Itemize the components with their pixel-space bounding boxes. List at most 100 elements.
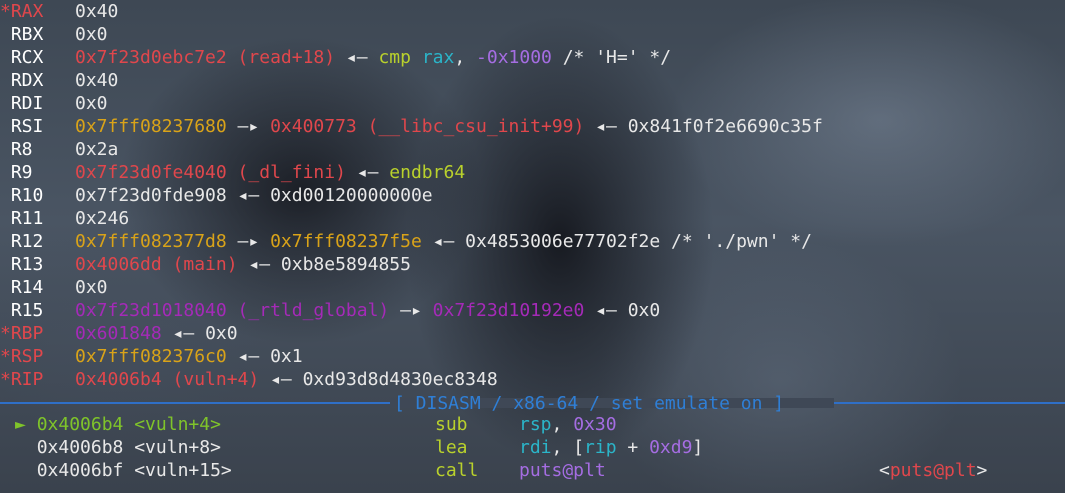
register-row-rbp: *RBP 0x601848 ◂— 0x0 bbox=[0, 322, 238, 345]
register-value-part: 0xd93d8d4830ec8348 bbox=[302, 369, 498, 390]
modified-marker bbox=[0, 254, 11, 275]
register-row-rsp: *RSP 0x7fff082376c0 ◂— 0x1 bbox=[0, 345, 303, 368]
register-value-part: 0x7fff08237680 bbox=[75, 116, 227, 137]
register-row-r15: R15 0x7f23d1018040 (_rtld_global) —▸ 0x7f… bbox=[0, 299, 660, 322]
operand-part: 0x30 bbox=[573, 414, 617, 435]
modified-marker bbox=[0, 47, 11, 68]
register-value-part: ◂— bbox=[259, 369, 303, 390]
instruction-address: 0x4006b4 <vuln+4> bbox=[36, 414, 221, 435]
register-label: *RIP bbox=[0, 368, 75, 391]
register-label: R8 bbox=[0, 138, 75, 161]
modified-marker: * bbox=[0, 1, 11, 22]
register-name: R12 bbox=[10, 231, 44, 252]
disasm-address: ► 0x4006b4 <vuln+4> bbox=[15, 413, 221, 436]
register-value-part: 0x0 bbox=[75, 277, 108, 298]
register-value-part: 0x1 bbox=[270, 346, 303, 367]
register-value-part: 0x7f23d10192e0 bbox=[432, 300, 585, 321]
register-value-part: 0x0 bbox=[627, 300, 661, 321]
call-target: <puts@plt> bbox=[879, 459, 987, 482]
modified-marker bbox=[0, 162, 11, 183]
register-value-part: , bbox=[454, 47, 477, 68]
register-name: RSI bbox=[10, 116, 44, 137]
register-name: RDX bbox=[10, 70, 44, 91]
register-value-part: rax bbox=[421, 47, 455, 68]
register-name: RBX bbox=[10, 24, 44, 45]
register-value-part: 0x4853006e77702f2e /* './pwn' */ bbox=[465, 231, 812, 252]
register-value-part: 0x0 bbox=[75, 24, 108, 45]
modified-marker bbox=[0, 116, 11, 137]
disasm-line-current: ► 0x4006b4 <vuln+4> sub rsp, 0x30 bbox=[0, 413, 1065, 436]
register-label: R11 bbox=[0, 207, 75, 230]
register-value-part: 0x4006b4 (vuln+4) bbox=[75, 369, 260, 390]
register-value-part: ◂— bbox=[226, 185, 271, 206]
register-label: R12 bbox=[0, 230, 75, 253]
register-name: R8 bbox=[10, 139, 33, 160]
register-value-part: 0x7f23d0ebc7e2 (read+18) bbox=[75, 47, 336, 68]
operand-part: + bbox=[616, 437, 650, 458]
register-row-r9: R9 0x7f23d0fe4040 (_dl_fini) ◂— endbr64 bbox=[0, 161, 465, 184]
register-label: *RSP bbox=[0, 345, 75, 368]
register-value-part: 0x0 bbox=[205, 323, 238, 344]
register-name: RDI bbox=[10, 93, 44, 114]
modified-marker bbox=[0, 300, 11, 321]
modified-marker bbox=[0, 93, 11, 114]
disasm-line: 0x4006bf <vuln+15> call puts@plt <puts@plt> bbox=[0, 459, 1065, 482]
modified-marker bbox=[0, 208, 11, 229]
disasm-address: 0x4006b8 <vuln+8> bbox=[15, 436, 221, 459]
current-instruction-marker: ► bbox=[15, 414, 26, 435]
register-name: RCX bbox=[10, 47, 44, 68]
register-value-part: ◂— bbox=[584, 300, 628, 321]
register-value-part: /* 'H=' */ bbox=[551, 47, 672, 68]
disasm-address: 0x4006bf <vuln+15> bbox=[15, 459, 232, 482]
instruction-address: 0x4006b8 <vuln+8> bbox=[36, 437, 221, 458]
register-label: RCX bbox=[0, 46, 75, 69]
register-value-part: 0x7f23d0fe4040 (_dl_fini) bbox=[75, 162, 346, 183]
register-label: *RBP bbox=[0, 322, 75, 345]
operand-part: , bbox=[551, 414, 574, 435]
register-row-rdx: RDX 0x40 bbox=[0, 69, 119, 92]
register-value-part: 0x7f23d1018040 (_rtld_global) bbox=[75, 300, 390, 321]
modified-marker bbox=[0, 185, 11, 206]
register-row-r8: R8 0x2a bbox=[0, 138, 119, 161]
register-value-part: endbr64 bbox=[389, 162, 466, 183]
bracket: < bbox=[879, 460, 890, 481]
register-name: RSP bbox=[10, 346, 44, 367]
operand-part: , [ bbox=[551, 437, 585, 458]
disasm-separator-label: [ DISASM / x86-64 / set emulate on ] bbox=[394, 393, 785, 414]
register-label: R15 bbox=[0, 299, 75, 322]
operand-part: ] bbox=[692, 437, 704, 458]
register-name: RIP bbox=[10, 369, 44, 390]
register-value-part: ◂— bbox=[345, 162, 390, 183]
register-value-part: 0x601848 bbox=[75, 323, 162, 344]
register-value-part: cmp bbox=[378, 47, 411, 68]
instruction-mnemonic: call bbox=[435, 460, 479, 481]
register-value-part: 0x7fff082376c0 bbox=[75, 346, 227, 367]
register-value-part: ◂— bbox=[584, 116, 628, 137]
operand-part: 0xd9 bbox=[649, 437, 693, 458]
operand-part: rip bbox=[584, 437, 617, 458]
register-value-part: ◂— bbox=[161, 323, 206, 344]
register-name: R15 bbox=[10, 300, 44, 321]
modified-marker bbox=[0, 139, 11, 160]
register-name: R14 bbox=[10, 277, 44, 298]
register-value-part: —▸ bbox=[226, 231, 271, 252]
register-value-part: 0x2a bbox=[75, 139, 119, 160]
register-value-part: 0x841f0f2e6690c35f bbox=[627, 116, 823, 137]
instruction-mnemonic: sub bbox=[435, 414, 468, 435]
modified-marker bbox=[0, 231, 11, 252]
current-instruction-marker bbox=[15, 460, 26, 481]
modified-marker: * bbox=[0, 346, 11, 367]
register-name: R10 bbox=[10, 185, 44, 206]
register-value-part: 0x4006dd (main) bbox=[75, 254, 238, 275]
register-label: RBX bbox=[0, 23, 75, 46]
modified-marker bbox=[0, 277, 11, 298]
pwndbg-terminal[interactable]: *RAX 0x40 RBX 0x0 RCX 0x7f23d0ebc7e2 (read+… bbox=[0, 0, 1065, 493]
register-name: R13 bbox=[10, 254, 44, 275]
register-value-part: 0xb8e5894855 bbox=[280, 254, 411, 275]
register-value-part: -0x1000 bbox=[476, 47, 552, 68]
modified-marker bbox=[0, 70, 11, 91]
register-name: RAX bbox=[10, 1, 44, 22]
